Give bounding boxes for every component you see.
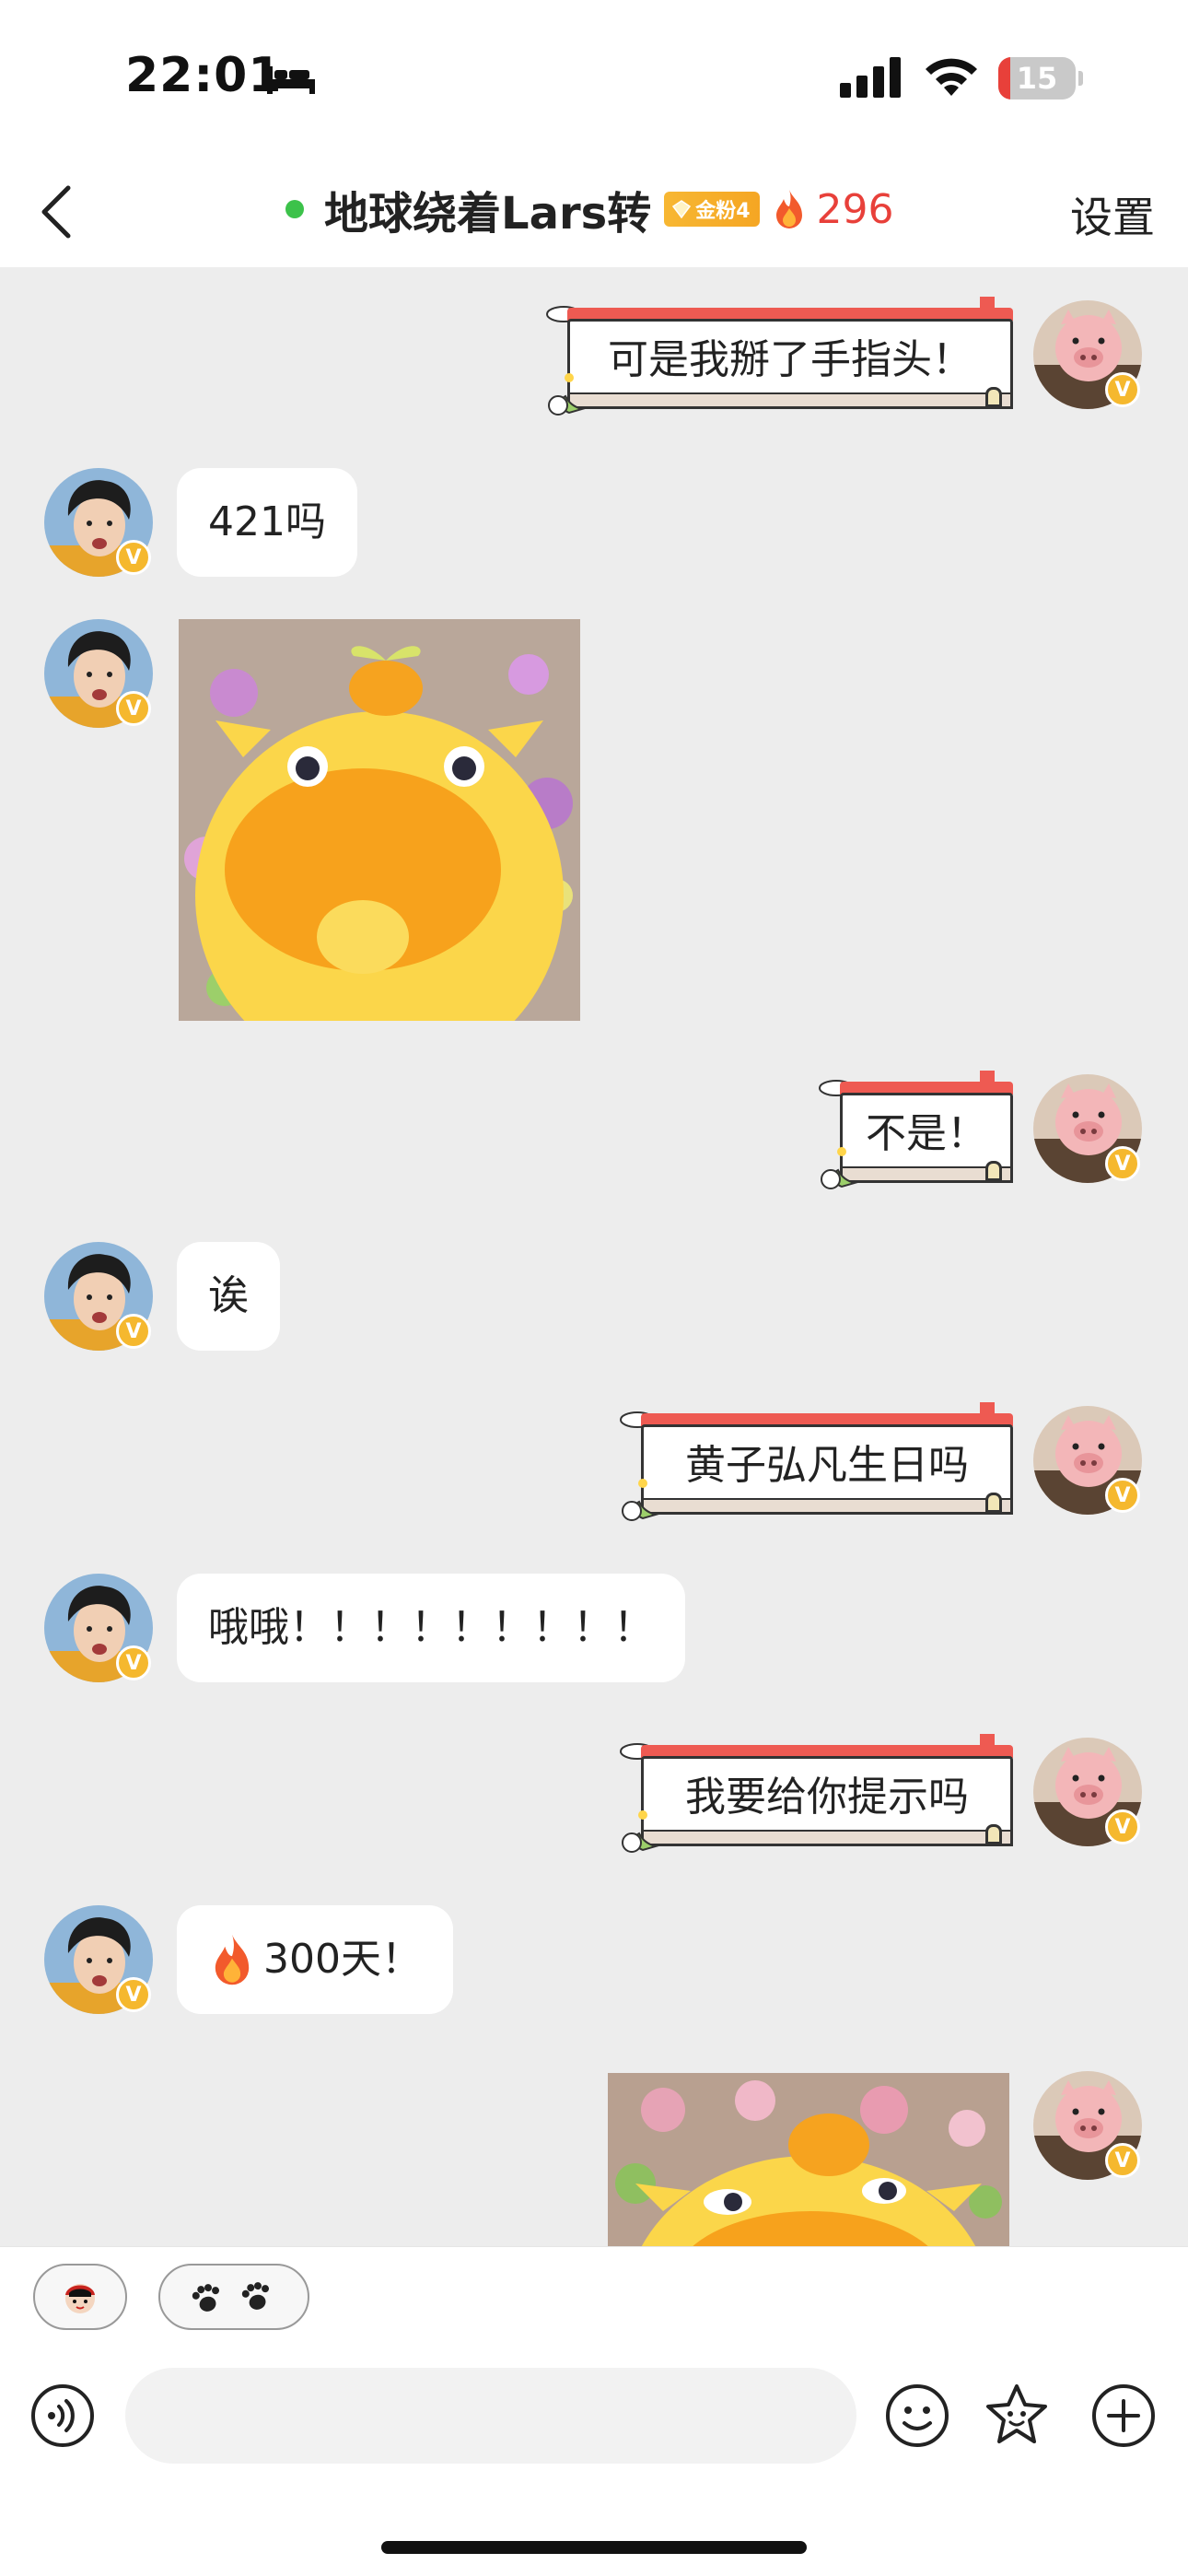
- quick-sticker-chip[interactable]: [33, 2264, 127, 2330]
- message-text: 300天！: [263, 1936, 422, 1983]
- plant-decoration-icon: [622, 1810, 659, 1853]
- settings-button[interactable]: 设置: [1070, 184, 1155, 245]
- more-button[interactable]: [1089, 2381, 1159, 2451]
- message-row-incoming: V: [0, 619, 1188, 1025]
- home-indicator[interactable]: [381, 2541, 807, 2554]
- status-time: 22:01: [125, 48, 283, 103]
- message-row-incoming: V 421吗: [0, 468, 1188, 588]
- verified-badge: V: [116, 1314, 151, 1349]
- online-status-dot: [285, 200, 304, 218]
- message-row-outgoing: 黄子弘凡生日吗 V: [0, 1402, 1188, 1526]
- verified-badge: V: [1105, 1146, 1140, 1181]
- wifi-icon: [926, 58, 977, 96]
- verified-badge: V: [116, 691, 151, 726]
- message-input[interactable]: [125, 2368, 856, 2464]
- emoji-icon: [886, 2384, 949, 2447]
- voice-icon: [31, 2384, 94, 2447]
- message-input-bar: [0, 2338, 1188, 2576]
- plant-decoration-icon: [548, 373, 586, 416]
- streak-count: 296: [816, 185, 894, 233]
- yellow-creature-sticker[interactable]: [608, 2073, 1009, 2246]
- verified-badge: V: [116, 540, 151, 575]
- message-row-outgoing: 可是我掰了手指头！ V: [0, 297, 1188, 420]
- cellular-signal-icon: [840, 57, 901, 98]
- plant-decoration-icon: [821, 1147, 858, 1189]
- fire-icon: [775, 190, 802, 228]
- quick-paw-chip[interactable]: [158, 2264, 309, 2330]
- message-row-outgoing: 不是！ V: [0, 1071, 1188, 1194]
- chat-title-group[interactable]: 地球绕着Lars转 金粉4 296: [285, 177, 894, 241]
- message-row-incoming: V 300天！: [0, 1905, 1188, 2025]
- message-text: 黄子弘凡生日吗: [685, 1442, 969, 1489]
- message-text: 诶: [208, 1272, 249, 1319]
- message-bubble[interactable]: 黄子弘凡生日吗: [620, 1402, 1013, 1521]
- message-text: 我要给你提示吗: [685, 1774, 969, 1821]
- plus-circle-icon: [1092, 2384, 1155, 2447]
- verified-badge: V: [116, 1977, 151, 2012]
- message-row-outgoing: 我要给你提示吗 V: [0, 1734, 1188, 1857]
- message-text: 421吗: [208, 498, 326, 545]
- verified-badge: V: [1105, 1809, 1140, 1844]
- message-text: 可是我掰了手指头！: [608, 336, 973, 383]
- message-row-incoming: V 诶: [0, 1242, 1188, 1362]
- diamond-icon: [672, 200, 692, 219]
- fire-icon: [215, 1934, 250, 1985]
- chat-header: 地球绕着Lars转 金粉4 296 设置: [0, 157, 1188, 267]
- quick-reaction-bar: [0, 2246, 1188, 2338]
- message-bubble[interactable]: 哦哦！！！！！！！！！: [177, 1574, 685, 1682]
- message-row-outgoing: V: [0, 2071, 1188, 2246]
- message-row-incoming: V 哦哦！！！！！！！！！: [0, 1574, 1188, 1693]
- message-text: 哦哦！！！！！！！！！: [208, 1604, 654, 1651]
- message-bubble[interactable]: 可是我掰了手指头！: [546, 297, 1013, 416]
- verified-badge: V: [116, 1645, 151, 1680]
- status-bar: 22:01 15: [0, 0, 1188, 157]
- chevron-left-icon: [41, 185, 71, 239]
- message-bubble[interactable]: 421吗: [177, 468, 357, 577]
- cartoon-face-icon: [65, 2284, 95, 2313]
- voice-button[interactable]: [28, 2381, 98, 2451]
- message-bubble[interactable]: 诶: [177, 1242, 280, 1351]
- battery-level: 15: [1016, 61, 1058, 96]
- chat-title: 地球绕着Lars转: [324, 188, 652, 240]
- verified-badge: V: [1105, 372, 1140, 407]
- plant-decoration-icon: [622, 1479, 659, 1521]
- verified-badge: V: [1105, 1478, 1140, 1513]
- message-bubble[interactable]: 我要给你提示吗: [620, 1734, 1013, 1853]
- verified-badge: V: [1105, 2143, 1140, 2178]
- emoji-button[interactable]: [882, 2381, 952, 2451]
- back-button[interactable]: [24, 179, 90, 245]
- message-bubble[interactable]: 不是！: [819, 1071, 1013, 1189]
- fan-badge-label: 金粉4: [695, 200, 751, 223]
- chat-messages[interactable]: 可是我掰了手指头！ V V 421吗 V 不是！ V V 诶 黄子弘凡生日吗 V…: [0, 267, 1188, 2246]
- bed-icon: [267, 66, 315, 94]
- battery-icon: 15: [998, 57, 1083, 100]
- message-bubble[interactable]: 300天！: [177, 1905, 453, 2014]
- fan-level-badge: 金粉4: [664, 192, 760, 227]
- star-face-icon: [986, 2384, 1047, 2443]
- yellow-creature-sticker[interactable]: [179, 619, 580, 1021]
- sticker-button[interactable]: [982, 2381, 1052, 2451]
- paw-prints-icon: [192, 2282, 270, 2312]
